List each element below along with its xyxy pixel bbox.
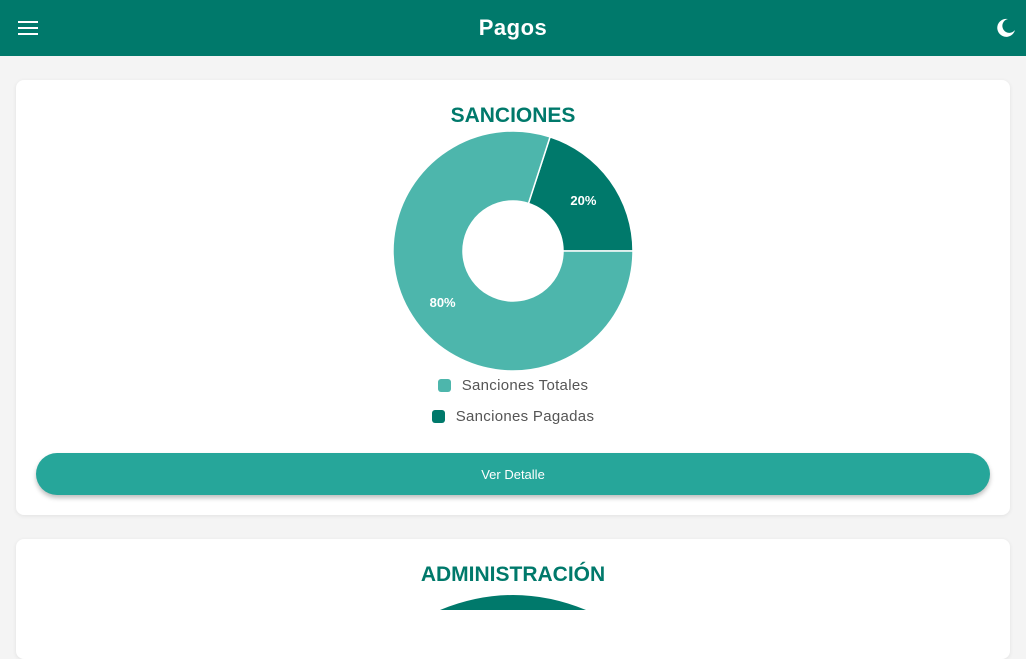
donut-label-pagadas: 20%: [570, 193, 596, 208]
page-title: Pagos: [478, 15, 548, 40]
administracion-title: ADMINISTRACIÓN: [420, 563, 606, 586]
ver-detalle-button[interactable]: Ver Detalle: [36, 453, 990, 495]
legend-swatch-pagadas: [431, 410, 445, 423]
sanciones-donut-chart: 20% 80%: [392, 130, 634, 372]
legend-label-pagadas: Sanciones Pagadas: [455, 408, 595, 425]
legend-label-totales: Sanciones Totales: [461, 377, 589, 394]
menu-button[interactable]: [10, 10, 46, 46]
sanciones-card: SANCIONES 20% 80% Sanciones Totales Sanci…: [16, 80, 1010, 515]
menu-icon: [18, 21, 38, 35]
theme-toggle-button[interactable]: [988, 10, 1024, 46]
donut-label-totales: 80%: [430, 295, 456, 310]
legend-item-pagadas[interactable]: Sanciones Pagadas: [16, 408, 1010, 425]
administracion-card: ADMINISTRACIÓN: [16, 539, 1010, 659]
moon-icon: [997, 18, 1015, 37]
top-app-bar: Pagos: [0, 0, 1026, 56]
administracion-donut-chart: [440, 595, 586, 610]
sanciones-title: SANCIONES: [450, 104, 576, 127]
legend-swatch-totales: [437, 379, 451, 392]
legend-item-totales[interactable]: Sanciones Totales: [16, 377, 1010, 394]
